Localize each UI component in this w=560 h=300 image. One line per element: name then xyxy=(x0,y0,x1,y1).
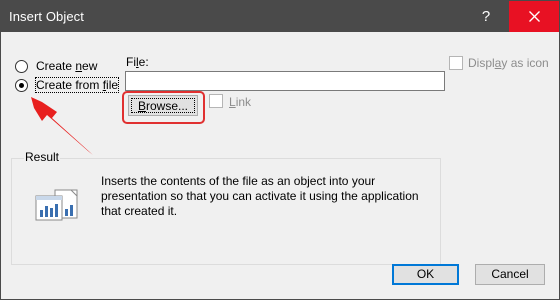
result-line: presentation so that you can activate it… xyxy=(101,189,419,203)
create-from-file-radio[interactable] xyxy=(15,78,28,92)
link-label: Link xyxy=(229,95,252,109)
result-line: that created it. xyxy=(101,204,178,218)
insert-object-dialog: Insert Object ? Create new Create from f… xyxy=(0,0,560,300)
help-button[interactable]: ? xyxy=(463,1,509,32)
create-new-option[interactable]: Create new xyxy=(15,57,97,75)
browse-button-label: Browse... xyxy=(137,99,189,113)
create-new-radio[interactable] xyxy=(15,59,28,73)
create-new-label[interactable]: Create new xyxy=(36,59,97,73)
create-from-file-option[interactable]: Create from file xyxy=(15,76,120,94)
result-legend: Result xyxy=(24,150,61,164)
file-label: File: xyxy=(126,55,149,69)
cancel-button[interactable]: Cancel xyxy=(475,264,545,285)
close-button[interactable] xyxy=(509,1,559,32)
display-as-icon-label: Display as icon xyxy=(468,56,549,70)
create-from-file-label[interactable]: Create from file xyxy=(34,77,120,93)
result-line: Inserts the contents of the file as an o… xyxy=(101,174,376,188)
result-description: Inserts the contents of the file as an o… xyxy=(101,174,431,219)
ok-button[interactable]: OK xyxy=(392,264,459,285)
close-icon xyxy=(528,11,540,23)
document-chart-icon xyxy=(35,189,79,224)
file-path-input[interactable] xyxy=(125,71,445,91)
dialog-title: Insert Object xyxy=(9,9,84,24)
title-bar: Insert Object ? xyxy=(1,1,559,32)
help-icon: ? xyxy=(481,8,491,25)
browse-button[interactable]: Browse... xyxy=(128,95,198,116)
link-checkbox[interactable] xyxy=(209,94,223,108)
display-as-icon-checkbox[interactable] xyxy=(449,56,463,70)
